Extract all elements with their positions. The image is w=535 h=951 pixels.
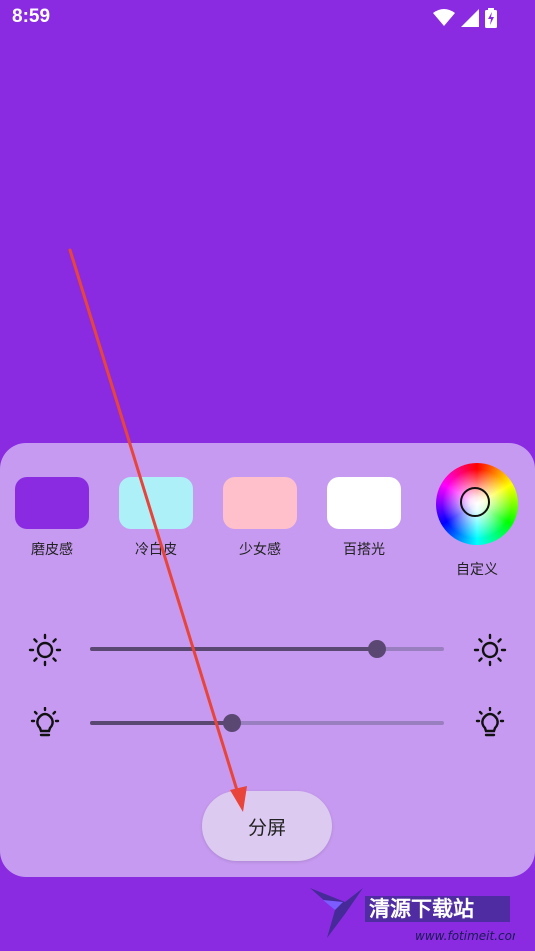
custom-label: 自定义	[456, 562, 498, 578]
watermark-logo: 清源下载站 www.fotimeit.com	[305, 880, 524, 946]
brightness-slider[interactable]	[90, 640, 444, 658]
preset-label: 百搭光	[343, 542, 385, 558]
preset-item-1[interactable]: 冷白皮	[118, 477, 194, 559]
status-icons	[433, 8, 497, 28]
preset-item-0[interactable]: 磨皮感	[14, 477, 90, 559]
svg-text:www.fotimeit.com: www.fotimeit.com	[415, 929, 515, 943]
preset-swatch[interactable]	[119, 477, 193, 529]
sun-icon	[28, 633, 62, 671]
color-picker-ring	[460, 487, 490, 517]
status-time: 8:59	[12, 6, 51, 27]
preset-label: 磨皮感	[31, 542, 73, 558]
split-screen-button[interactable]: 分屏	[202, 791, 332, 861]
bulb-icon	[28, 706, 62, 745]
brightness-slider-fill	[90, 647, 377, 651]
wifi-icon	[433, 9, 455, 27]
bulb-slider[interactable]	[90, 714, 444, 732]
bulb-slider-row	[0, 703, 535, 743]
brightness-slider-thumb[interactable]	[367, 640, 386, 658]
beauty-light-panel: 磨皮感 冷白皮 少女感 百搭光 自定义 分屏	[0, 443, 535, 877]
custom-color-item[interactable]: 自定义	[436, 463, 518, 579]
preset-swatch[interactable]	[223, 477, 297, 529]
brightness-slider-row	[0, 629, 535, 669]
preset-item-3[interactable]: 百搭光	[326, 477, 402, 559]
signal-icon	[461, 9, 479, 27]
status-bar: 8:59	[0, 0, 535, 36]
bulb-icon	[473, 706, 507, 745]
sun-icon	[473, 633, 507, 671]
preset-swatch[interactable]	[15, 477, 89, 529]
preset-label: 冷白皮	[135, 542, 177, 558]
color-wheel-icon[interactable]	[436, 463, 518, 545]
svg-text:清源下载站: 清源下载站	[369, 897, 474, 921]
preset-item-2[interactable]: 少女感	[222, 477, 298, 559]
bulb-slider-thumb[interactable]	[222, 714, 241, 732]
bulb-slider-fill	[90, 721, 232, 725]
preset-label: 少女感	[239, 542, 281, 558]
preset-swatch[interactable]	[327, 477, 401, 529]
battery-charging-icon	[485, 8, 497, 28]
